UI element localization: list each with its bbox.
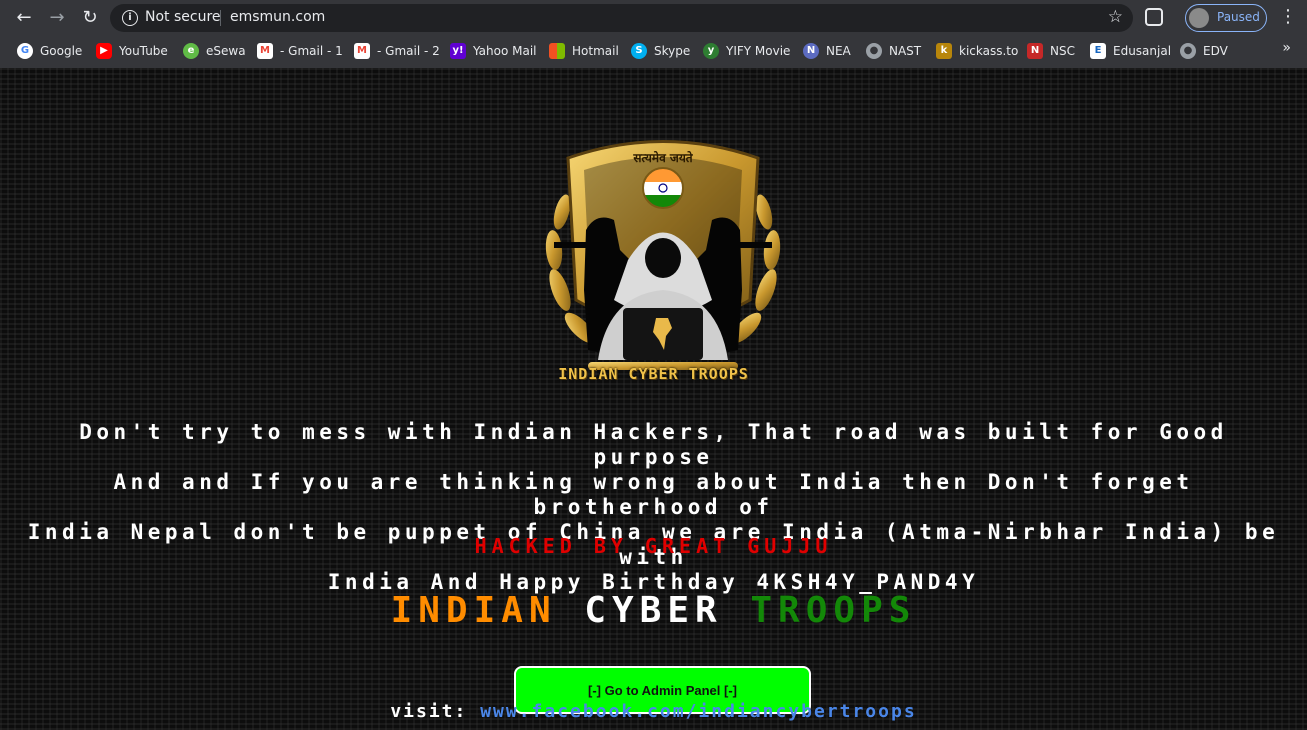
message-line: Don't try to mess with Indian Hackers, T… [79,420,1228,469]
bookmark-hotmail[interactable]: Hotmail [549,38,619,64]
skype-icon: S [631,43,647,59]
bookmark-esewa[interactable]: e eSewa [183,38,246,64]
browser-chrome: ← → ↻ i Not secure emsmun.com ☆ Paused ⋮… [0,0,1307,68]
bookmark-nsc[interactable]: N NSC [1027,38,1075,64]
group-name-heading: INDIAN CYBER TROOPS [0,590,1307,631]
bookmark-edv[interactable]: ● EDV [1180,38,1228,64]
bookmark-kickass[interactable]: k kickass.to [936,38,1018,64]
microsoft-icon [549,43,565,59]
gmail-icon: M [257,43,273,59]
visit-line: visit: www.facebook.com/indiancybertroop… [0,701,1307,722]
page-content: सत्यमेव जयते INDIAN CYBER TROOPS Don't t… [0,68,1307,730]
bookmark-label: eSewa [206,44,246,58]
address-bar[interactable]: i Not secure emsmun.com ☆ [110,4,1133,32]
globe-icon: ● [866,43,882,59]
bookmark-google[interactable]: G Google [17,38,82,64]
bookmark-youtube[interactable]: ▶ YouTube [96,38,168,64]
more-bookmarks-chevron-icon[interactable]: » [1282,40,1291,56]
security-status[interactable]: Not secure [145,9,221,25]
group-name-word: INDIAN [390,590,557,631]
kickass-icon: k [936,43,952,59]
reload-icon[interactable]: ↻ [78,6,102,30]
bookmark-label: YouTube [119,44,168,58]
forward-icon[interactable]: → [45,6,69,30]
emblem-caption: INDIAN CYBER TROOPS [0,364,1307,383]
url-text[interactable]: emsmun.com [230,9,325,25]
globe-icon: ● [1180,43,1196,59]
bookmark-label: Edusanjal [1113,44,1172,58]
bookmark-nea[interactable]: N NEA [803,38,851,64]
nsc-icon: N [1027,43,1043,59]
bookmark-label: NEA [826,44,851,58]
bookmark-label: Yahoo Mail [473,44,537,58]
bookmark-label: Hotmail [572,44,619,58]
yahoo-icon: y! [450,43,466,59]
indian-cyber-troops-emblem: सत्यमेव जयते [545,140,781,370]
group-name-word: TROOPS [750,590,917,631]
back-icon[interactable]: ← [12,6,36,30]
bookmarks-bar: G Google ▶ YouTube e eSewa M - Gmail - 1 M - … [0,38,1307,64]
facebook-link[interactable]: www.facebook.com/indiancybertroops [480,701,916,722]
bookmark-label: Google [40,44,83,58]
omnibox-divider [220,10,221,26]
bookmark-nast[interactable]: ● NAST [866,38,921,64]
group-name-word: CYBER [584,590,723,631]
visit-label: visit: [390,701,468,722]
bookmark-gmail-1[interactable]: M - Gmail - 1 [257,38,343,64]
avatar [1189,8,1209,28]
bookmark-label: NAST [889,44,922,58]
bookmark-label: - Gmail - 1 [280,44,343,58]
india-flag-icon [642,167,684,209]
hacked-by-label: HACKED BY GREAT GUJJU [474,534,833,558]
extension-icon[interactable] [1145,8,1163,26]
bookmark-label: EDV [1203,44,1228,58]
bookmark-gmail-2[interactable]: M - Gmail - 2 [354,38,440,64]
youtube-icon: ▶ [96,43,112,59]
bookmark-label: YIFY Movie [726,44,791,58]
info-icon[interactable]: i [122,10,138,26]
bookmark-label: - Gmail - 2 [377,44,440,58]
nea-icon: N [803,43,819,59]
bookmark-yify[interactable]: y YIFY Movie [703,38,790,64]
bookmark-label: kickass.to [959,44,1019,58]
bookmark-skype[interactable]: S Skype [631,38,690,64]
profile-button[interactable]: Paused [1185,4,1267,32]
emblem-motto: सत्यमेव जयते [632,151,693,165]
esewa-icon: e [183,43,199,59]
bookmark-yahoo-mail[interactable]: y! Yahoo Mail [450,38,537,64]
hacker-message: Don't try to mess with Indian Hackers, T… [20,420,1287,595]
gmail-icon: M [354,43,370,59]
bookmark-edusanjal[interactable]: E Edusanjal [1090,38,1171,64]
bookmark-label: NSC [1050,44,1075,58]
emblem-title: INDIAN CYBER TROOPS [558,365,749,383]
message-line: And and If you are thinking wrong about … [113,470,1194,519]
google-icon: G [17,43,33,59]
edusanjal-icon: E [1090,43,1106,59]
bookmark-star-icon[interactable]: ☆ [1108,7,1123,27]
menu-kebab-icon[interactable]: ⋮ [1279,8,1297,26]
yify-icon: y [703,43,719,59]
browser-toolbar: ← → ↻ i Not secure emsmun.com ☆ Paused ⋮ [0,0,1307,36]
profile-status: Paused [1217,10,1260,24]
bookmark-label: Skype [654,44,691,58]
